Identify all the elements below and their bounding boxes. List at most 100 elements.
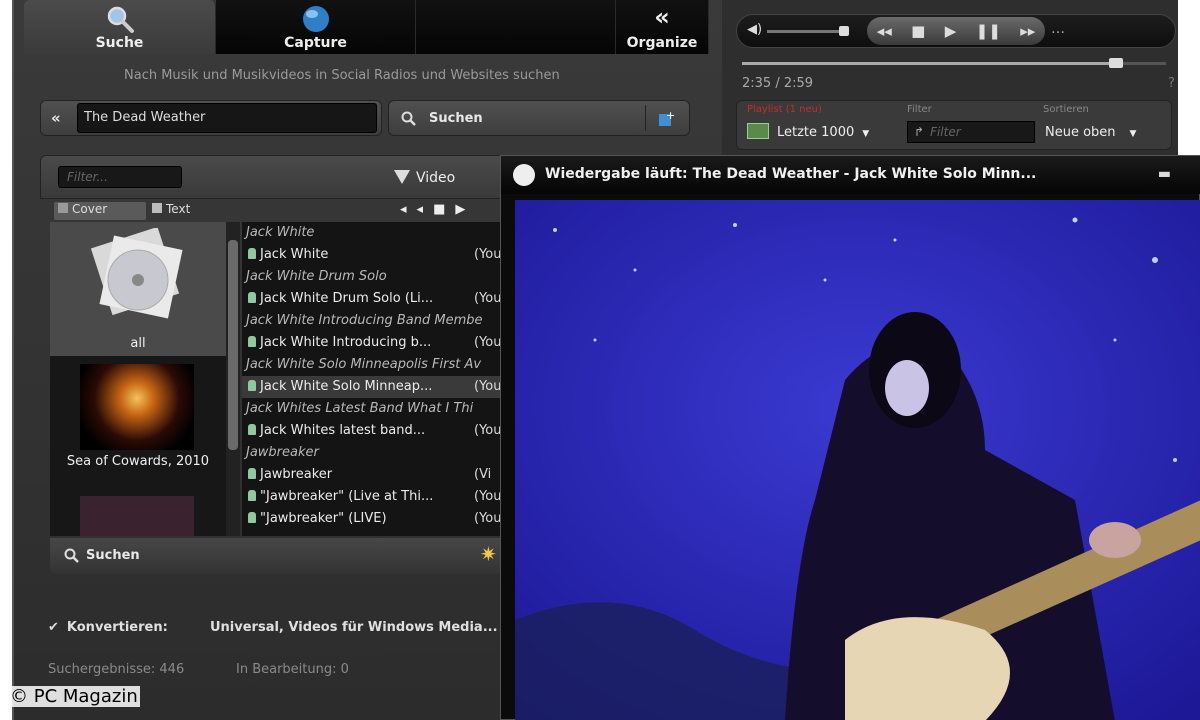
search-hint: Nach Musik und Musikvideos in Social Rad…: [124, 68, 560, 83]
progress-bar[interactable]: [742, 58, 1166, 68]
progress-thumb[interactable]: [1109, 58, 1124, 68]
volume-thumb[interactable]: [839, 26, 849, 36]
processing-count: In Bearbeitung: 0: [236, 662, 349, 677]
convert-value[interactable]: Universal, Videos für Windows Media...: [210, 620, 498, 635]
more-icon[interactable]: …: [1051, 21, 1065, 37]
sort-label: Sortieren: [1043, 104, 1089, 115]
results-bottom-bar: Suchen ✷: [50, 538, 530, 574]
add-button[interactable]: +: [645, 105, 683, 131]
double-chevron-icon: «: [654, 3, 670, 31]
volume-slider[interactable]: [767, 26, 849, 36]
playlist-filter-input[interactable]: ↱ Filter: [907, 121, 1035, 143]
chevron-down-icon: ▼: [862, 129, 870, 139]
album-art: [80, 364, 194, 450]
stop-icon[interactable]: ■: [433, 202, 455, 217]
tab-organize[interactable]: « Organize: [616, 0, 709, 54]
list-item[interactable]: "Jawbreaker" (Live at Thi... (YouT: [242, 486, 532, 508]
media-icon: [248, 292, 256, 303]
list-item[interactable]: "Jawbreaker" (LIVE) (YouT: [242, 508, 532, 530]
search-icon: [401, 111, 416, 126]
list-item-text: Jack White Introducing Band Membe: [246, 313, 483, 328]
scrollbar-thumb[interactable]: [228, 240, 238, 450]
list-item[interactable]: Jack White Introducing b... (YouT: [242, 332, 532, 354]
main-tabs: Suche Capture « Organize: [24, 0, 709, 54]
app-logo-icon: [513, 164, 535, 186]
minimize-icon[interactable]: ▬: [1158, 156, 1171, 192]
cover-tab-label: Cover: [72, 202, 108, 216]
playlist-filter-placeholder: Filter: [930, 125, 961, 139]
checkmark-icon[interactable]: ✔: [48, 620, 59, 635]
results-count: Suchergebnisse: 446: [48, 662, 185, 677]
magic-wand-icon[interactable]: ✷: [480, 542, 497, 566]
video-title: Wiedergabe läuft: The Dead Weather - Jac…: [545, 166, 1037, 182]
globe-icon: [302, 6, 329, 32]
tab-text[interactable]: Text: [146, 202, 236, 220]
playlist-label: Playlist (1 neu): [747, 104, 822, 115]
filter-label: Filter: [907, 104, 932, 115]
sort-select[interactable]: Neue oben ▼: [1045, 121, 1169, 145]
cd-stack-icon: [90, 228, 183, 319]
list-item[interactable]: Jawbreaker (Vi: [242, 464, 532, 486]
tab-capture[interactable]: Capture: [216, 0, 416, 54]
list-item[interactable]: Jack White Solo Minneap... (YouT: [242, 376, 532, 398]
next-icon[interactable]: ▸▸: [1020, 22, 1035, 40]
sort-value: Neue oben: [1045, 125, 1116, 140]
previous-icon[interactable]: ◂◂: [877, 22, 892, 40]
video-filter-button[interactable]: Video: [394, 170, 455, 186]
tab-suche[interactable]: Suche: [24, 0, 216, 54]
search-button-label: Suchen: [429, 111, 483, 126]
rewind-icon[interactable]: ◂◂: [400, 202, 433, 217]
video-window: Wiedergabe läuft: The Dead Weather - Jac…: [500, 155, 1200, 720]
list-item-text: Jack White Drum Solo (Li...: [260, 291, 434, 306]
tab-cover[interactable]: Cover: [54, 202, 146, 220]
list-group-header: Jack Whites Latest Band What I Thi: [242, 398, 532, 420]
svg-text:+: +: [666, 109, 675, 122]
cover-label: Sea of Cowards, 2010: [66, 454, 210, 469]
search-input[interactable]: The Dead Weather: [77, 103, 377, 133]
play-icon[interactable]: ▶: [945, 22, 957, 40]
player-panel: ◀) ◂◂ ■ ▶ ❚❚ ▸▸ … 2:35 / 2:59 ? Playlist (1 …: [722, 0, 1178, 155]
media-icon: [248, 380, 256, 391]
list-group-header: Jack White Drum Solo: [242, 266, 532, 288]
copyright-credit: © PC Magazin: [8, 686, 140, 707]
list-item[interactable]: Jack Whites latest band... (YouT: [242, 420, 532, 442]
text-tab-label: Text: [166, 202, 191, 216]
media-icon: [248, 512, 256, 523]
bottom-search-button[interactable]: Suchen: [86, 548, 140, 563]
list-group-header: Jack White: [242, 222, 532, 244]
player-controls: ◂◂ ■ ▶ ❚❚ ▸▸: [867, 17, 1045, 45]
search-icon: [64, 548, 79, 563]
cover-all[interactable]: all: [50, 222, 226, 356]
view-tabs: Cover Text: [54, 202, 240, 220]
cover-scrollbar[interactable]: [226, 222, 240, 536]
filter-placeholder: Filter...: [67, 170, 108, 184]
results-filter-input[interactable]: Filter...: [58, 166, 182, 188]
media-icon: [248, 336, 256, 347]
stop-icon[interactable]: ■: [911, 22, 925, 40]
convert-row: ✔ Konvertieren:: [48, 620, 168, 635]
tab-label: Capture: [284, 35, 347, 51]
list-item-text: Jack White: [260, 247, 329, 262]
cover-view-icon: [58, 203, 68, 213]
pause-icon[interactable]: ❚❚: [976, 22, 1001, 40]
text-view-icon: [152, 203, 162, 213]
playback-time: 2:35 / 2:59: [742, 76, 814, 91]
media-icon: [248, 490, 256, 501]
search-button-box[interactable]: Suchen +: [388, 100, 690, 136]
volume-icon[interactable]: ◀): [747, 22, 762, 37]
cover-pane: all Sea of Cowards, 2010: [50, 222, 240, 536]
cover-album[interactable]: Sea of Cowards, 2010: [50, 360, 226, 480]
collapse-icon[interactable]: «: [51, 109, 61, 127]
help-icon[interactable]: ?: [1168, 76, 1175, 91]
play-icon[interactable]: ▶: [455, 202, 475, 217]
cover-label: all: [130, 336, 146, 351]
list-item-text: "Jawbreaker" (LIVE): [260, 511, 387, 526]
list-item[interactable]: Jack White (YouT: [242, 244, 532, 266]
playlist-select[interactable]: Letzte 1000 ▼: [747, 121, 897, 145]
add-icon: +: [659, 109, 675, 126]
video-title-bar[interactable]: Wiedergabe läuft: The Dead Weather - Jac…: [501, 156, 1200, 194]
list-item-text: Jack White Drum Solo: [246, 269, 387, 284]
list-item-text: Jack Whites Latest Band What I Thi: [246, 401, 474, 416]
list-item[interactable]: Jack White Drum Solo (Li... (YouT: [242, 288, 532, 310]
video-button-label: Video: [416, 170, 456, 186]
